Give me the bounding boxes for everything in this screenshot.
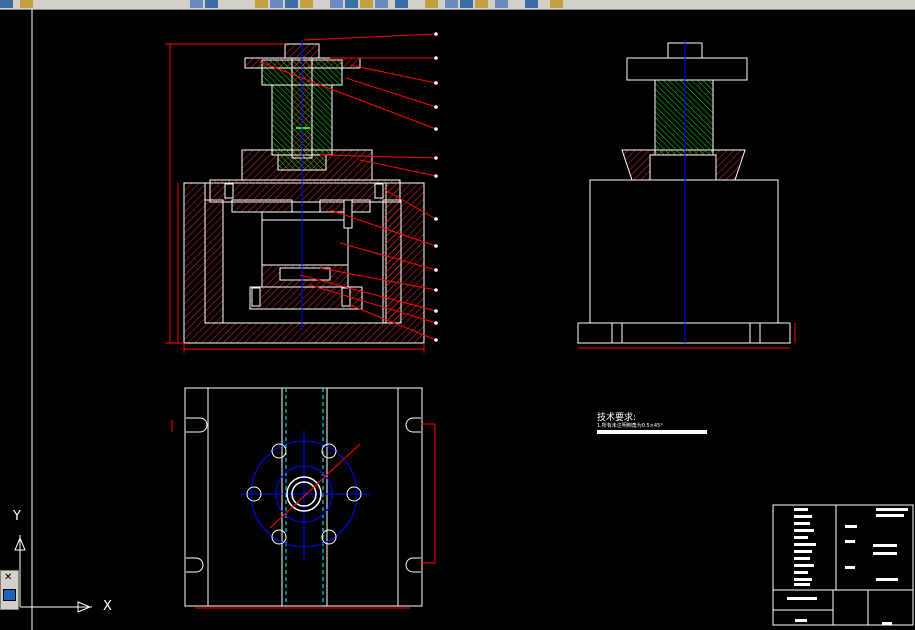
tech-requirements-underline	[597, 430, 707, 434]
pan-icon[interactable]	[395, 0, 408, 8]
help-icon[interactable]	[550, 0, 563, 8]
top-view[interactable]	[171, 387, 436, 609]
layer-icon[interactable]	[0, 0, 13, 8]
title-block-text-bars	[787, 508, 908, 625]
paste-icon[interactable]	[345, 0, 358, 8]
preview-icon[interactable]	[285, 0, 298, 8]
properties-icon[interactable]	[445, 0, 458, 8]
close-icon[interactable]: ✕	[4, 573, 12, 583]
save-icon[interactable]	[255, 0, 268, 8]
tech-requirements-title: 技术要求:	[597, 413, 637, 423]
drawing-canvas[interactable]	[0, 9, 915, 630]
tool-palette-icon[interactable]	[475, 0, 488, 8]
axis-x-label: X	[103, 599, 112, 614]
tool-palette-handle[interactable]: ✕	[0, 570, 19, 610]
new-icon[interactable]	[190, 0, 203, 8]
undo-icon[interactable]	[360, 0, 373, 8]
open-icon[interactable]	[205, 0, 218, 8]
cut-icon[interactable]	[300, 0, 313, 8]
match-icon[interactable]	[20, 0, 33, 8]
axis-y-label: Y	[13, 509, 21, 524]
design-center-icon[interactable]	[460, 0, 473, 8]
side-view[interactable]	[577, 40, 796, 349]
redo-icon[interactable]	[375, 0, 388, 8]
print-icon[interactable]	[270, 0, 283, 8]
palette-icon[interactable]	[3, 589, 16, 601]
markup-icon[interactable]	[495, 0, 508, 8]
copy-icon[interactable]	[330, 0, 343, 8]
zoom-icon[interactable]	[425, 0, 438, 8]
tech-requirements-note: 1.所有未注明倒角为0.5×45°	[597, 423, 663, 429]
calc-icon[interactable]	[525, 0, 538, 8]
leader-dots	[434, 32, 438, 342]
ucs-icon	[14, 535, 92, 613]
